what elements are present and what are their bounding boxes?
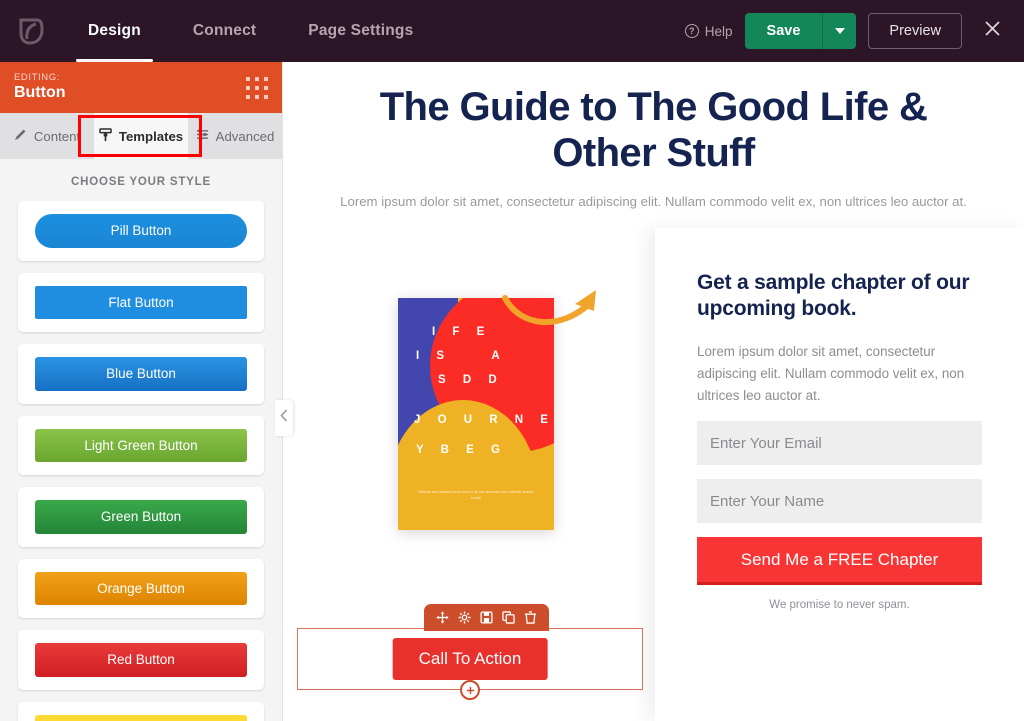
preview-label: Preview [889, 23, 941, 39]
template-card-orange-button[interactable]: Orange Button [18, 558, 264, 619]
sliders-icon [196, 128, 209, 144]
spam-disclaimer: We promise to never spam. [769, 599, 910, 612]
settings-icon[interactable] [458, 611, 471, 624]
call-to-action-label: Call To Action [418, 649, 522, 668]
template-card-green-button[interactable]: Green Button [18, 487, 264, 547]
book-line-2: I S A [416, 350, 507, 362]
tab-advanced-label: Advanced [215, 128, 275, 144]
pencil-icon [14, 128, 27, 144]
template-preview-button: Flat Button [35, 285, 247, 320]
name-field-placeholder: Enter Your Name [710, 492, 825, 510]
trash-icon[interactable] [524, 611, 537, 624]
page-canvas: The Guide to The Good Life & Other Stuff… [283, 62, 1024, 721]
chevron-down-icon [834, 28, 845, 34]
left-sidebar: EDITING: Button Content Templates Advanc… [0, 62, 283, 721]
book-line-3: S D D [438, 374, 504, 386]
template-list[interactable]: Pill Button Flat Button Blue Button Ligh… [0, 201, 282, 721]
tab-content-label: Content [33, 128, 81, 144]
selected-cta-block[interactable]: Call To Action [297, 604, 643, 700]
nav-tab-design[interactable]: Design [62, 0, 167, 62]
choose-your-style-heading: CHOOSE YOUR STYLE [71, 176, 211, 188]
tab-templates-label: Templates [118, 128, 184, 144]
page-title[interactable]: The Guide to The Good Life & Other Stuff [283, 62, 1024, 177]
grid-dots-icon[interactable] [246, 76, 268, 99]
form-body-text[interactable]: Lorem ipsum dolor sit amet, consectetur … [697, 341, 982, 407]
top-navigation-bar: Design Connect Page Settings ? Help Save [0, 0, 1024, 62]
save-block-icon[interactable] [480, 611, 493, 624]
help-button[interactable]: ? Help [684, 23, 733, 39]
template-card-flat-button[interactable]: Flat Button [18, 272, 264, 333]
optin-form-panel: Get a sample chapter of our upcoming boo… [655, 228, 1024, 721]
template-card-red-button[interactable]: Red Button [18, 630, 264, 690]
email-field-placeholder: Enter Your Email [710, 434, 822, 452]
name-field[interactable]: Enter Your Name [697, 479, 982, 524]
curved-arrow-icon [501, 280, 611, 345]
nav-tab-design-label: Design [88, 22, 141, 39]
sidebar-collapse-handle[interactable] [275, 400, 293, 436]
template-preview-button: Yellow Button [35, 714, 247, 721]
save-dropdown-button[interactable] [822, 13, 857, 49]
sidebar-tab-row: Content Templates Advanced [0, 113, 282, 159]
template-card-blue-button[interactable]: Blue Button [18, 344, 264, 404]
save-button[interactable]: Save [744, 13, 823, 49]
email-field[interactable]: Enter Your Email [697, 421, 982, 466]
app-logo[interactable] [0, 0, 62, 62]
editing-context-bar: EDITING: Button [0, 62, 282, 113]
book-line-4: J O U R N E [414, 414, 554, 426]
editing-target-label: Button [14, 84, 66, 102]
nav-tab-page-settings[interactable]: Page Settings [282, 0, 439, 62]
leaf-logo-icon [18, 17, 45, 46]
element-toolbar [424, 604, 549, 631]
editing-prefix-label: EDITING: [14, 72, 60, 84]
help-label: Help [704, 23, 733, 39]
send-free-chapter-label: Send Me a FREE Chapter [740, 549, 939, 569]
save-button-group: Save [744, 13, 857, 49]
editor-app: Design Connect Page Settings ? Help Save [0, 0, 1024, 721]
duplicate-icon[interactable] [502, 611, 515, 624]
nav-tab-page-settings-label: Page Settings [308, 22, 414, 39]
nav-tab-connect-label: Connect [192, 22, 257, 39]
send-free-chapter-button[interactable]: Send Me a FREE Chapter [697, 537, 982, 586]
tab-content[interactable]: Content [0, 113, 94, 159]
template-preview-button: Blue Button [35, 357, 247, 391]
paint-roller-icon [99, 127, 112, 145]
template-preview-button: Green Button [35, 500, 247, 534]
book-line-5: Y B E G [416, 444, 507, 456]
template-card-yellow-button[interactable]: Yellow Button [18, 701, 264, 721]
question-circle-icon: ? [684, 24, 699, 38]
close-editor-button[interactable] [974, 13, 1010, 49]
call-to-action-button[interactable]: Call To Action [392, 638, 548, 680]
nav-tab-connect[interactable]: Connect [167, 0, 282, 62]
top-bar-actions: ? Help Save Preview [684, 0, 1024, 62]
form-heading[interactable]: Get a sample chapter of our upcoming boo… [697, 270, 982, 323]
template-preview-button: Pill Button [35, 214, 247, 248]
template-preview-button: Light Green Button [35, 428, 247, 463]
book-line-1: I F E [432, 326, 492, 338]
close-icon [984, 20, 1001, 42]
template-card-pill-button[interactable]: Pill Button [18, 201, 264, 261]
move-icon[interactable] [436, 611, 449, 624]
save-label: Save [766, 23, 801, 39]
main-nav-tabs: Design Connect Page Settings [62, 0, 439, 62]
book-caption: Realistic and hardback book cover to let… [418, 490, 534, 501]
add-circle-icon[interactable] [460, 680, 480, 700]
template-preview-button: Orange Button [35, 571, 247, 606]
chevron-left-icon [280, 409, 288, 427]
preview-button[interactable]: Preview [868, 13, 962, 49]
template-card-light-green-button[interactable]: Light Green Button [18, 415, 264, 476]
tab-advanced[interactable]: Advanced [188, 113, 282, 159]
page-subtitle[interactable]: Lorem ipsum dolor sit amet, consectetur … [283, 177, 1024, 211]
tab-templates[interactable]: Templates [94, 113, 188, 159]
template-preview-button: Red Button [35, 643, 247, 677]
